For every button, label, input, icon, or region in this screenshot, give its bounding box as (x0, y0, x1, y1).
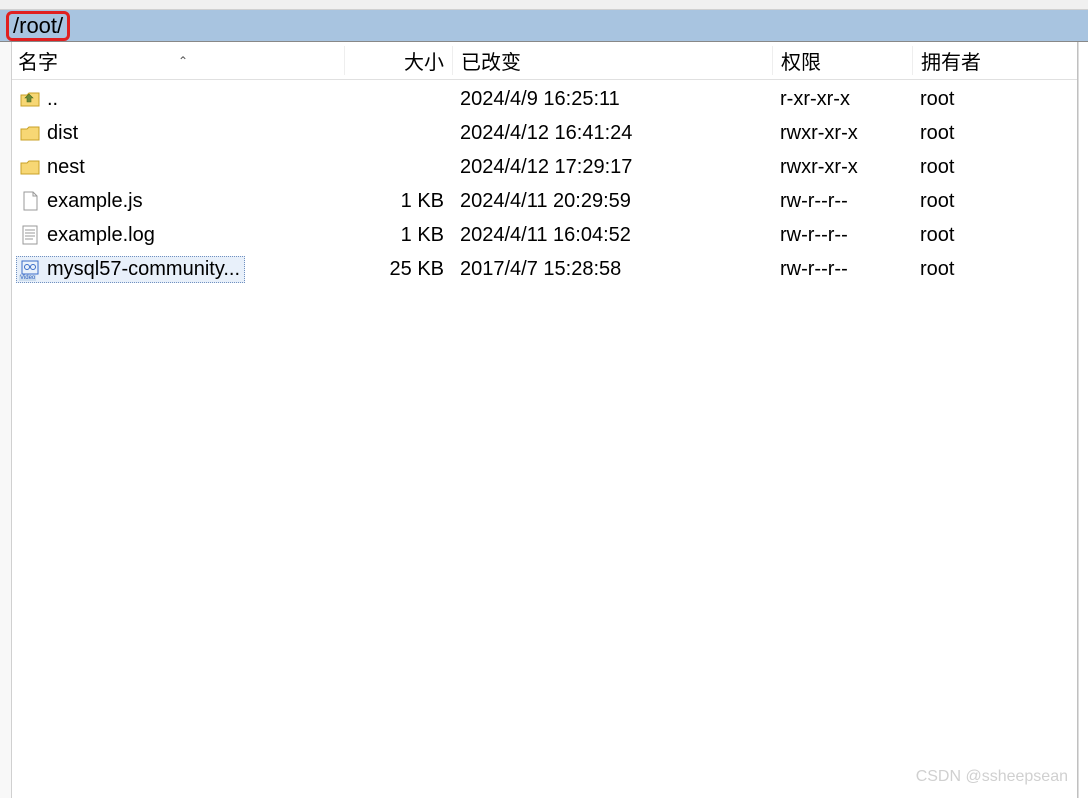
column-header-owner[interactable]: 拥有者 (912, 46, 1052, 75)
right-gutter (1078, 42, 1088, 798)
video-icon: Video (19, 258, 41, 280)
table-row[interactable]: .. 2024/4/9 16:25:11r-xr-xr-xroot (12, 82, 1077, 116)
file-size: 1 KB (344, 190, 452, 213)
file-owner: root (912, 190, 1052, 213)
file-permissions: rwxr-xr-x (772, 156, 912, 179)
file-owner: root (912, 122, 1052, 145)
file-permissions: rw-r--r-- (772, 258, 912, 281)
name-cell[interactable]: example.js (12, 188, 344, 215)
path-bar[interactable]: /root/ (0, 10, 1088, 42)
column-header-modified[interactable]: 已改变 (452, 46, 772, 75)
table-row[interactable]: example.js 1 KB2024/4/11 20:29:59rw-r--r-… (12, 184, 1077, 218)
folder-icon (19, 122, 41, 144)
file-name: mysql57-community... (47, 258, 240, 281)
name-cell[interactable]: .. (12, 86, 344, 113)
file-owner: root (912, 258, 1052, 281)
current-path[interactable]: /root/ (6, 11, 70, 41)
file-list[interactable]: ..2024/4/9 16:25:11r-xr-xr-xrootdist2024… (12, 80, 1077, 798)
file-permissions: r-xr-xr-x (772, 88, 912, 111)
file-modified: 2017/4/7 15:28:58 (452, 258, 772, 281)
file-modified: 2024/4/12 16:41:24 (452, 122, 772, 145)
parent-icon (19, 88, 41, 110)
file-modified: 2024/4/12 17:29:17 (452, 156, 772, 179)
file-name: nest (47, 156, 85, 179)
sort-indicator-icon: ⌃ (178, 54, 188, 68)
column-name-label: 名字 (18, 46, 58, 75)
file-permissions: rw-r--r-- (772, 224, 912, 247)
name-cell[interactable]: nest (12, 154, 344, 181)
column-header-name[interactable]: 名字 ⌃ (12, 46, 344, 75)
file-permissions: rwxr-xr-x (772, 122, 912, 145)
file-size: 25 KB (344, 258, 452, 281)
file-owner: root (912, 88, 1052, 111)
file-name: example.js (47, 190, 143, 213)
name-cell[interactable]: example.log (12, 222, 344, 249)
watermark: CSDN @ssheepsean (916, 768, 1068, 786)
file-owner: root (912, 224, 1052, 247)
column-header-permissions[interactable]: 权限 (772, 46, 912, 75)
file-name: .. (47, 88, 58, 111)
name-cell[interactable]: dist (12, 120, 344, 147)
name-cell[interactable]: Video mysql57-community... (12, 256, 344, 283)
toolbar (0, 0, 1088, 10)
folder-icon (19, 156, 41, 178)
file-modified: 2024/4/11 20:29:59 (452, 190, 772, 213)
main-area: 名字 ⌃ 大小 已改变 权限 拥有者 .. 2024/4/9 16:25:11r-… (0, 42, 1088, 798)
file-permissions: rw-r--r-- (772, 190, 912, 213)
log-icon (19, 224, 41, 246)
file-owner: root (912, 156, 1052, 179)
table-row[interactable]: example.log 1 KB2024/4/11 16:04:52rw-r--r… (12, 218, 1077, 252)
file-modified: 2024/4/9 16:25:11 (452, 88, 772, 111)
column-header-row[interactable]: 名字 ⌃ 大小 已改变 权限 拥有者 (12, 42, 1077, 80)
left-gutter (0, 42, 12, 798)
file-icon (19, 190, 41, 212)
column-header-size[interactable]: 大小 (344, 46, 452, 75)
table-row[interactable]: dist 2024/4/12 16:41:24rwxr-xr-xroot (12, 116, 1077, 150)
table-row[interactable]: nest 2024/4/12 17:29:17rwxr-xr-xroot (12, 150, 1077, 184)
file-panel: 名字 ⌃ 大小 已改变 权限 拥有者 .. 2024/4/9 16:25:11r-… (12, 42, 1078, 798)
file-modified: 2024/4/11 16:04:52 (452, 224, 772, 247)
file-name: dist (47, 122, 78, 145)
file-name: example.log (47, 224, 155, 247)
table-row[interactable]: Video mysql57-community... 25 KB2017/4/7 1… (12, 252, 1077, 286)
file-size: 1 KB (344, 224, 452, 247)
